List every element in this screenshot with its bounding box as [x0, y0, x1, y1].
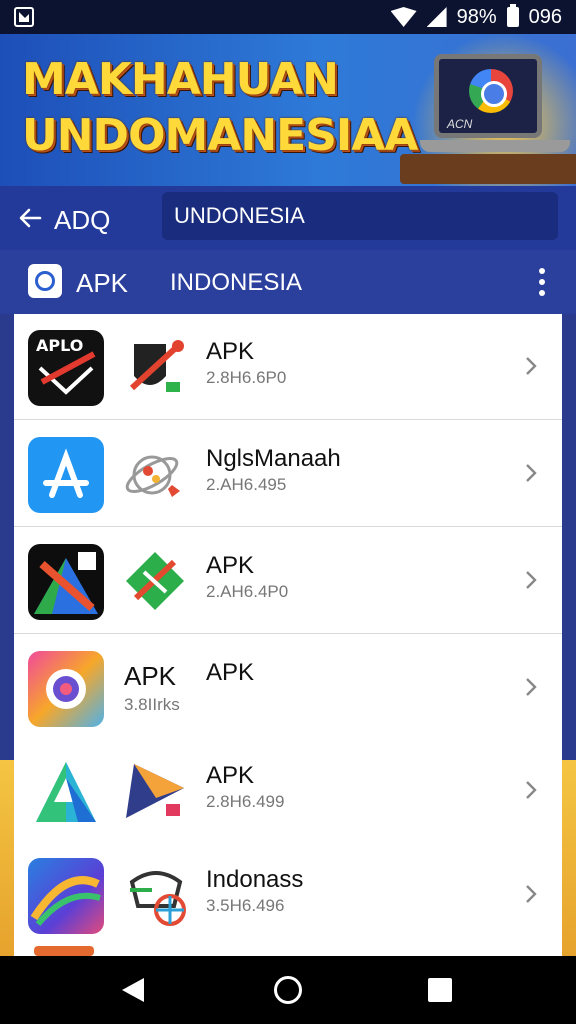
wheel-chart-icon — [129, 871, 186, 926]
app-name: APK — [206, 338, 255, 365]
list-item-partial — [14, 946, 562, 956]
app-header-subtitle: INDONESIA — [170, 269, 303, 296]
play-triangle-icon — [126, 764, 184, 818]
signal-icon — [426, 7, 447, 27]
sword-shield-icon — [129, 340, 184, 392]
app-header-title: APK — [76, 268, 129, 298]
camera-app-icon — [28, 651, 104, 727]
navigation-bar — [0, 956, 576, 1024]
chevron-right-icon — [526, 678, 537, 696]
banner-title-line2: UNDOMANESIAA — [22, 110, 418, 161]
laptop-screen: ACN — [434, 54, 542, 138]
promo-banner[interactable]: MAKHAHUAN UNDOMANESIAA ACN — [0, 34, 576, 186]
app-name: APK — [206, 762, 255, 789]
app-icon-label: APK — [124, 661, 177, 691]
laptop-label: ACN — [447, 117, 473, 131]
nav-home-icon[interactable] — [274, 976, 302, 1004]
nav-recents-icon[interactable] — [428, 978, 452, 1002]
status-bar: 98% 096 — [0, 0, 576, 34]
app-name: APK — [206, 552, 255, 579]
list-item[interactable]: APK APK 3.8IIrks — [14, 635, 562, 741]
list-item[interactable]: Indonass 3.5H6.496 — [14, 842, 562, 948]
green-diamond-icon — [126, 552, 184, 610]
list-item[interactable]: APK 2.8H6.499 — [14, 738, 562, 844]
battery-percentage: 98% — [456, 5, 497, 28]
app-name: Indonass — [206, 866, 304, 893]
banner-title-line1: MAKHAHUAN — [22, 54, 339, 105]
more-options-icon[interactable] — [536, 268, 548, 296]
chevron-right-icon — [526, 357, 537, 375]
nav-back-icon[interactable] — [120, 976, 146, 1004]
chevron-right-icon — [526, 885, 537, 903]
laptop-illustration: ACN — [400, 54, 576, 184]
search-bar: ADQ — [0, 186, 576, 250]
app-list: APLO APK 2.8H6.6P0 NglsManaah 2.AH6.495 … — [14, 314, 562, 956]
chevron-right-icon — [526, 464, 537, 482]
browser-logo-icon — [469, 69, 513, 113]
laptop-base — [420, 140, 570, 152]
banner-title: MAKHAHUAN UNDOMANESIAA — [22, 52, 422, 164]
list-item[interactable]: APLO APK 2.8H6.6P0 — [14, 314, 562, 420]
app-name: NglsManaah — [206, 445, 341, 472]
gradient-app-icon — [28, 858, 104, 934]
search-input[interactable] — [162, 192, 558, 240]
app-version: 3.5H6.496 — [206, 896, 285, 915]
triangle-a-icon — [28, 754, 104, 830]
app-logo-icon — [28, 264, 62, 298]
side-decoration-right — [562, 760, 576, 960]
back-label[interactable]: ADQ — [54, 205, 110, 236]
app-name: APK — [206, 659, 255, 686]
aplo-app-icon: APLO — [28, 330, 104, 406]
back-arrow-icon[interactable] — [18, 206, 42, 230]
status-indicators: 98% 096 — [390, 4, 562, 29]
gallery-notification-icon — [14, 7, 34, 27]
app-version: 3.8IIrks — [124, 695, 180, 714]
app-version: 2.8H6.499 — [206, 792, 285, 811]
app-version: 2.8H6.6P0 — [206, 368, 287, 387]
app-version: 2.AH6.495 — [206, 475, 287, 494]
list-item[interactable]: NglsManaah 2.AH6.495 — [14, 421, 562, 527]
kinemaster-style-icon — [28, 544, 104, 620]
list-item[interactable]: APK 2.AH6.4P0 — [14, 528, 562, 634]
wifi-icon — [390, 7, 417, 27]
battery-icon — [506, 4, 519, 27]
app-store-icon — [28, 437, 104, 513]
laptop-stand — [400, 154, 576, 184]
chevron-right-icon — [526, 781, 537, 799]
chevron-right-icon — [526, 571, 537, 589]
clock: 096 — [528, 5, 562, 28]
globe-orbit-icon — [125, 455, 180, 497]
app-version: 2.AH6.4P0 — [206, 582, 289, 601]
app-header: APK INDONESIA — [0, 250, 576, 314]
